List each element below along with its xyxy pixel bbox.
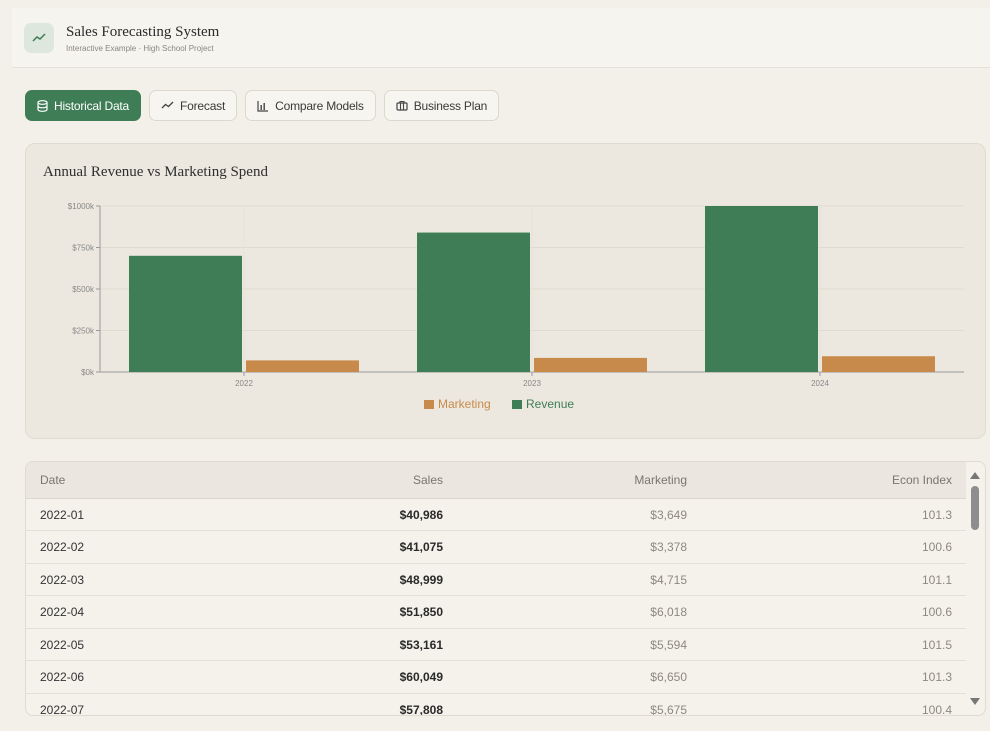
y-tick-label: $500k	[72, 285, 95, 294]
app-title-block: Sales Forecasting System Interactive Exa…	[66, 23, 219, 53]
header-sales[interactable]: Sales	[413, 462, 443, 498]
row-sales: $48,999	[399, 572, 443, 587]
tab-business-plan[interactable]: Business Plan	[383, 90, 500, 121]
tab-label: Compare Models	[275, 98, 364, 113]
legend-swatch-revenue	[512, 400, 522, 409]
row-econ-index: 101.5	[921, 637, 952, 652]
table-row: 2022-07 $57,808 $5,675 100.4	[26, 694, 966, 716]
row-sales: $40,986	[399, 507, 443, 522]
table-row: 2022-01 $40,986 $3,649 101.3	[26, 499, 966, 531]
row-sales: $60,049	[399, 670, 443, 684]
y-tick-label: $1000k	[68, 202, 95, 211]
row-sales: $51,850	[399, 605, 443, 619]
row-sales: $57,808	[399, 702, 443, 716]
app-subtitle: Interactive Example · High School Projec…	[66, 43, 214, 53]
tab-bar: Historical Data Forecast Compare Models …	[25, 90, 500, 121]
row-marketing: $3,378	[650, 540, 687, 554]
header-marketing[interactable]: Marketing	[634, 462, 687, 498]
bar-marketing-2022	[246, 360, 359, 372]
row-econ-index: 100.4	[921, 702, 952, 716]
row-econ-index: 101.3	[921, 507, 952, 522]
row-marketing: $6,650	[650, 670, 687, 684]
table-row: 2022-03 $48,999 $4,715 101.1	[26, 564, 966, 596]
bar-marketing-2024	[822, 356, 935, 372]
y-tick-label: $250k	[72, 327, 95, 336]
app-title: Sales Forecasting System	[66, 23, 220, 40]
row-marketing: $5,594	[650, 637, 687, 652]
scroll-down-arrow-icon[interactable]	[970, 698, 980, 705]
row-econ-index: 100.6	[921, 540, 952, 554]
row-date: 2022-05	[40, 637, 85, 652]
row-econ-index: 101.1	[921, 572, 952, 587]
x-tick-label: 2023	[523, 379, 541, 388]
legend-label-marketing: Marketing	[438, 397, 491, 411]
legend-swatch-marketing	[424, 400, 434, 409]
legend-label-revenue: Revenue	[526, 397, 574, 411]
y-tick-label: $750k	[72, 244, 95, 253]
briefcase-icon	[396, 100, 408, 111]
revenue-chart-card: Annual Revenue vs Marketing Spend $0k $25…	[25, 143, 986, 439]
row-date: 2022-01	[40, 507, 85, 522]
row-marketing: $6,018	[650, 605, 687, 619]
scroll-up-arrow-icon[interactable]	[970, 472, 980, 479]
row-econ-index: 100.6	[921, 605, 952, 619]
table-header: Date Sales Marketing Econ Index	[26, 462, 966, 499]
table-scrollbar[interactable]	[965, 462, 985, 715]
bar-revenue-2023	[417, 232, 530, 372]
historical-data-table: Date Sales Marketing Econ Index 2022-01 $…	[25, 461, 986, 716]
tab-forecast[interactable]: Forecast	[149, 90, 238, 121]
bar-marketing-2023	[534, 357, 647, 372]
app-header: Sales Forecasting System Interactive Exa…	[12, 8, 990, 68]
row-econ-index: 101.3	[921, 670, 952, 684]
header-date[interactable]: Date	[40, 462, 65, 498]
tab-compare-models[interactable]: Compare Models	[245, 90, 376, 121]
table-row: 2022-05 $53,161 $5,594 101.5	[26, 629, 966, 661]
trend-up-icon	[24, 22, 54, 53]
tab-label: Forecast	[180, 98, 226, 113]
row-marketing: $5,675	[650, 702, 687, 716]
bar-revenue-2022	[129, 255, 242, 372]
row-marketing: $4,715	[650, 572, 687, 587]
row-date: 2022-07	[40, 702, 85, 716]
row-marketing: $3,649	[650, 507, 687, 522]
tab-label: Business Plan	[413, 98, 488, 113]
row-date: 2022-04	[40, 605, 85, 619]
table-row: 2022-04 $51,850 $6,018 100.6	[26, 597, 966, 629]
tab-label: Historical Data	[54, 98, 130, 113]
database-icon	[37, 99, 48, 112]
row-sales: $53,161	[399, 637, 443, 652]
revenue-marketing-chart: $0k $250k $500k $750k $1000k 2022 2023 2024 Mark…	[68, 202, 964, 411]
tab-historical-data[interactable]: Historical Data	[25, 90, 142, 121]
header-econ-index[interactable]: Econ Index	[892, 462, 952, 498]
row-date: 2022-06	[40, 670, 85, 684]
table-row: 2022-06 $60,049 $6,650 101.3	[26, 662, 966, 694]
row-date: 2022-03	[40, 572, 85, 587]
row-sales: $41,075	[399, 540, 443, 554]
trend-up-icon	[161, 101, 174, 109]
bar-chart-icon	[257, 100, 269, 112]
scroll-thumb[interactable]	[971, 486, 979, 530]
y-tick-label: $0k	[81, 368, 95, 377]
x-tick-label: 2024	[811, 379, 829, 388]
row-date: 2022-02	[40, 540, 85, 554]
x-tick-label: 2022	[235, 379, 253, 388]
bar-revenue-2024	[705, 206, 818, 372]
table-row: 2022-02 $41,075 $3,378 100.6	[26, 532, 966, 564]
